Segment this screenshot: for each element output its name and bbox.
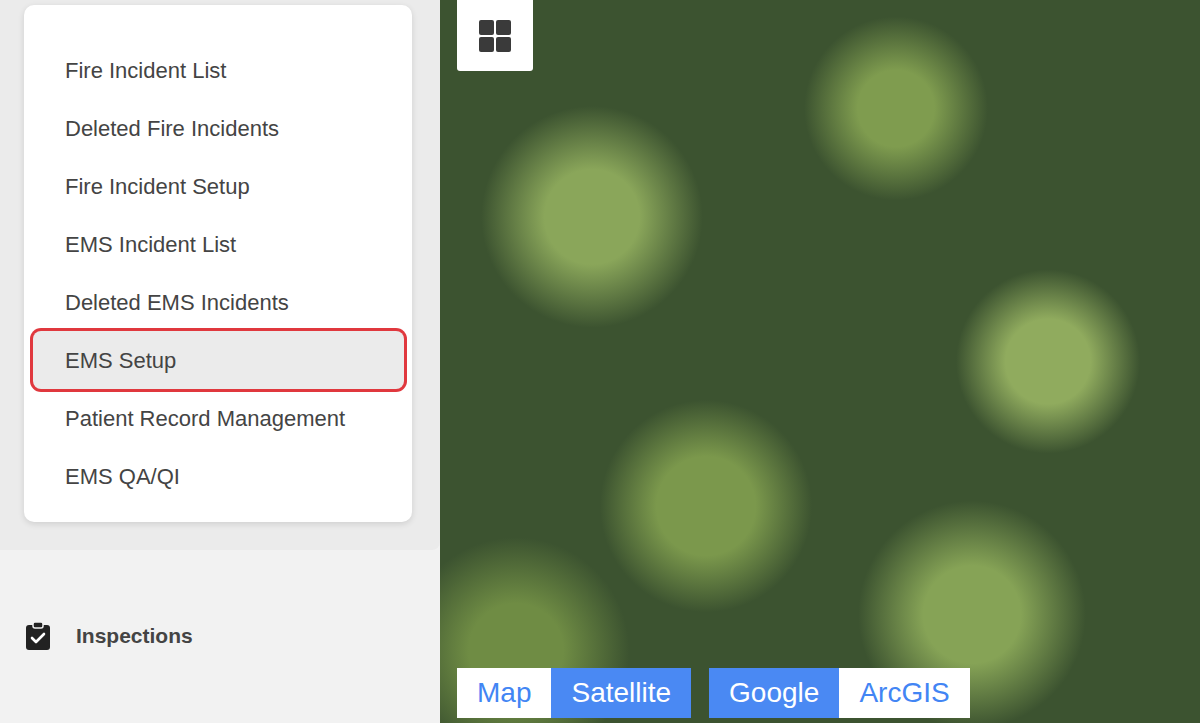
menu-item[interactable]: Deleted EMS Incidents bbox=[33, 273, 404, 331]
dropdown-menu-panel: Fire Incident ListDeleted Fire Incidents… bbox=[24, 5, 412, 522]
sidebar: Fire Incident ListDeleted Fire Incidents… bbox=[0, 0, 440, 723]
menu-area: Fire Incident ListDeleted Fire Incidents… bbox=[0, 0, 440, 550]
map-type-toggle: MapSatellite bbox=[457, 668, 691, 718]
menu-item[interactable]: Patient Record Management bbox=[33, 389, 404, 447]
toggle-button[interactable]: ArcGIS bbox=[839, 668, 969, 718]
map-toggles: MapSatellite GoogleArcGIS bbox=[457, 668, 970, 718]
menu-item[interactable]: EMS Incident List bbox=[33, 215, 404, 273]
menu-item[interactable]: EMS Setup bbox=[33, 331, 404, 389]
satellite-map[interactable]: MapSatellite GoogleArcGIS bbox=[440, 0, 1200, 723]
layers-button[interactable] bbox=[457, 0, 533, 71]
menu-item[interactable]: EMS QA/QI bbox=[33, 447, 404, 505]
grid-icon bbox=[478, 19, 512, 53]
menu-item[interactable]: Fire Incident Setup bbox=[33, 157, 404, 215]
toggle-button[interactable]: Map bbox=[457, 668, 551, 718]
map-provider-toggle: GoogleArcGIS bbox=[709, 668, 970, 718]
toggle-button[interactable]: Google bbox=[709, 668, 839, 718]
sidebar-item[interactable]: Inspections bbox=[0, 550, 440, 652]
menu-item[interactable]: Fire Incident List bbox=[33, 41, 404, 99]
toggle-button[interactable]: Satellite bbox=[551, 668, 691, 718]
sidebar-item-label[interactable]: Inspections bbox=[76, 620, 193, 652]
clipboard-check-icon bbox=[24, 621, 52, 651]
menu-item[interactable]: Deleted Fire Incidents bbox=[33, 99, 404, 157]
